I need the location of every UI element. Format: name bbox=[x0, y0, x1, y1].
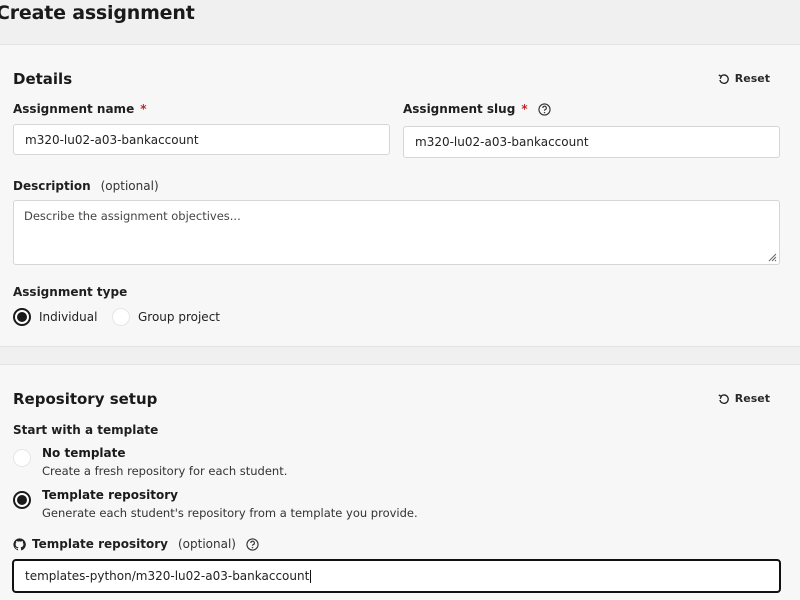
option-title: Template repository bbox=[42, 488, 178, 502]
template-repository-label: Template repository (optional) bbox=[13, 537, 259, 551]
description-textarea[interactable]: Describe the assignment objectives... bbox=[13, 200, 780, 265]
option-description: Create a fresh repository for each stude… bbox=[42, 464, 288, 478]
reset-icon bbox=[718, 393, 729, 404]
assignment-slug-value: m320-lu02-a03-bankaccount bbox=[415, 135, 589, 149]
text-caret bbox=[310, 569, 312, 583]
details-card: Details Reset Assignment name * m320-lu02… bbox=[0, 44, 800, 347]
radio-button[interactable] bbox=[13, 491, 31, 509]
required-marker: * bbox=[521, 102, 528, 116]
start-template-label: Start with a template bbox=[13, 423, 159, 437]
page-title: Create assignment bbox=[0, 2, 195, 24]
details-reset-label: Reset bbox=[734, 72, 770, 85]
assignment-slug-label-text: Assignment slug bbox=[403, 102, 516, 116]
details-reset-button[interactable]: Reset bbox=[718, 72, 770, 85]
radio-button[interactable] bbox=[13, 449, 31, 467]
assignment-name-label: Assignment name * bbox=[13, 102, 146, 116]
reset-icon bbox=[718, 73, 729, 84]
assignment-type-group[interactable]: Group project bbox=[112, 308, 220, 326]
details-section-title: Details bbox=[13, 70, 73, 88]
option-title: No template bbox=[42, 446, 126, 460]
description-label: Description (optional) bbox=[13, 179, 159, 193]
help-icon[interactable] bbox=[246, 537, 259, 551]
radio-button[interactable] bbox=[13, 308, 31, 326]
option-description: Generate each student's repository from … bbox=[42, 506, 418, 520]
option-template-repository[interactable]: Template repository Generate each studen… bbox=[13, 488, 418, 520]
template-repository-value: templates-python/m320-lu02-a03-bankaccou… bbox=[25, 569, 310, 583]
resize-grip-icon[interactable] bbox=[767, 252, 777, 262]
repository-section-title: Repository setup bbox=[13, 390, 158, 408]
description-label-text: Description bbox=[13, 179, 91, 193]
repository-card: Repository setup Reset Start with a temp… bbox=[0, 364, 800, 600]
repository-reset-label: Reset bbox=[734, 392, 770, 405]
radio-label: Group project bbox=[138, 310, 220, 324]
help-icon[interactable] bbox=[537, 102, 551, 116]
required-marker: * bbox=[140, 102, 147, 116]
optional-marker: (optional) bbox=[177, 537, 236, 551]
optional-marker: (optional) bbox=[100, 179, 159, 193]
assignment-name-label-text: Assignment name bbox=[13, 102, 135, 116]
assignment-slug-label: Assignment slug * bbox=[403, 102, 551, 116]
assignment-name-value: m320-lu02-a03-bankaccount bbox=[25, 132, 199, 147]
radio-label: Individual bbox=[39, 310, 98, 324]
assignment-type-label: Assignment type bbox=[13, 285, 128, 299]
template-repository-input[interactable]: templates-python/m320-lu02-a03-bankaccou… bbox=[12, 559, 781, 593]
repository-reset-button[interactable]: Reset bbox=[718, 392, 770, 405]
template-repository-label-text: Template repository bbox=[32, 537, 168, 551]
option-no-template[interactable]: No template Create a fresh repository fo… bbox=[13, 446, 287, 478]
assignment-slug-input[interactable]: m320-lu02-a03-bankaccount bbox=[403, 126, 780, 158]
assignment-type-individual[interactable]: Individual bbox=[13, 308, 97, 326]
github-icon bbox=[13, 537, 26, 550]
radio-button[interactable] bbox=[112, 308, 130, 326]
description-placeholder: Describe the assignment objectives... bbox=[24, 209, 241, 223]
assignment-name-input[interactable]: m320-lu02-a03-bankaccount bbox=[13, 124, 390, 155]
